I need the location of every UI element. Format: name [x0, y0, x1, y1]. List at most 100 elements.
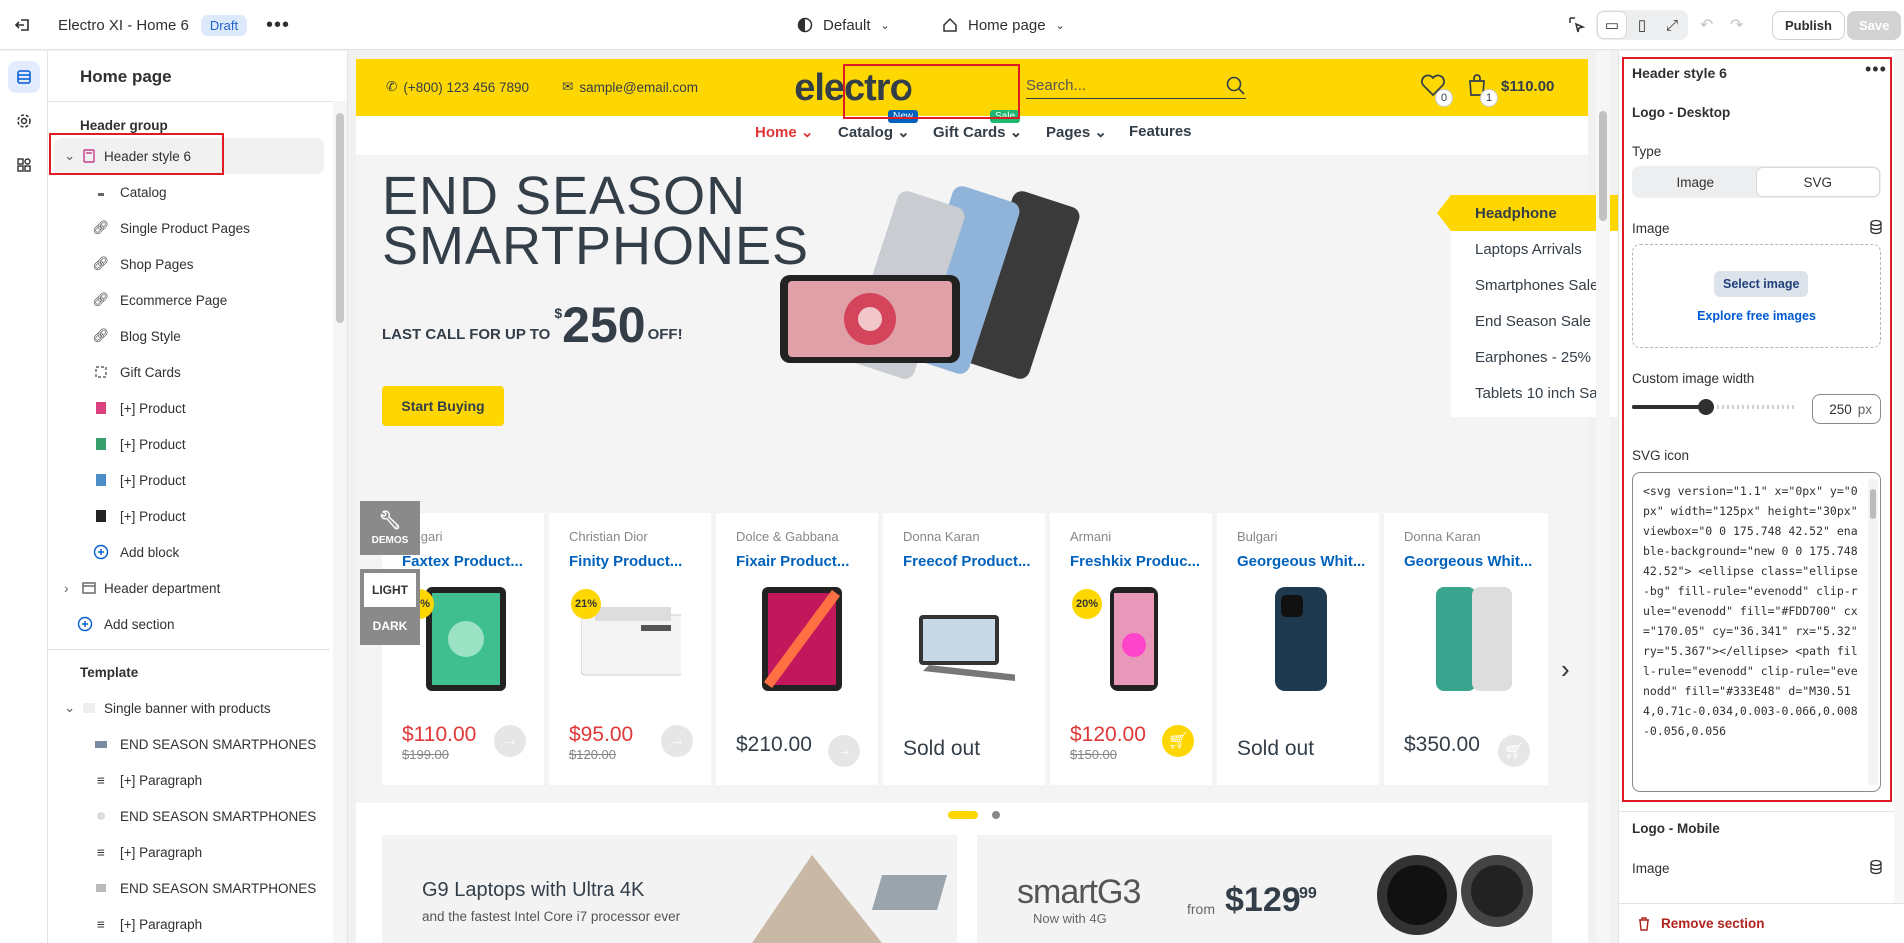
site-phone[interactable]: (+800) 123 456 7890: [403, 80, 529, 95]
tree-item-header-department[interactable]: › Header department: [48, 570, 330, 606]
promo-banner-laptops[interactable]: G9 Laptops with Ultra 4K and the fastest…: [382, 835, 957, 943]
tree-item-single-banner[interactable]: ⌄ Single banner with products: [48, 690, 330, 726]
menu-item-headphone[interactable]: Headphone: [1451, 195, 1618, 231]
undo-icon[interactable]: ↶: [1700, 0, 1713, 50]
product-name[interactable]: Finity Product...: [569, 553, 709, 570]
panel-scrollbar[interactable]: [333, 101, 347, 943]
tablet-image: [762, 587, 842, 691]
nav-pages[interactable]: Pages ⌄: [1046, 123, 1107, 141]
product-price: $210.00: [736, 733, 812, 756]
desktop-icon[interactable]: ▭: [1598, 12, 1626, 38]
tree-item-heading[interactable]: END SEASON SMARTPHONES: [48, 870, 330, 906]
product-name[interactable]: Freshkix Produc...: [1070, 553, 1210, 570]
smartphones-image: [780, 186, 1080, 379]
tree-item-paragraph[interactable]: ≡ [+] Paragraph: [48, 906, 330, 942]
product-price: Sold out: [1237, 737, 1315, 760]
product-name[interactable]: Freecof Product...: [903, 553, 1043, 570]
product-name[interactable]: Georgeous Whit...: [1404, 553, 1544, 570]
tree-item-ecommerce[interactable]: 🔗︎ Ecommerce Page: [48, 282, 330, 318]
nav-features[interactable]: Features: [1129, 123, 1192, 140]
tree-item-blog-style[interactable]: 🔗︎ Blog Style: [48, 318, 330, 354]
product-card[interactable]: Dolce & Gabbana Fixair Product... $210.00 →: [716, 513, 878, 785]
site-email[interactable]: sample@email.com: [579, 80, 698, 95]
search-input[interactable]: Search...: [1026, 77, 1086, 94]
arrow-right-icon[interactable]: →: [494, 725, 526, 757]
product-card[interactable]: Armani Freshkix Produc... 20% $120.00 $150.0…: [1050, 513, 1212, 785]
nav-catalog[interactable]: Catalog ⌄: [838, 123, 910, 141]
nav-home[interactable]: Home ⌄: [755, 123, 813, 141]
demos-button[interactable]: 🔧︎ DEMOS: [360, 501, 420, 555]
add-block-label: Add block: [120, 544, 180, 560]
menu-item[interactable]: Tablets 10 inch Sale: [1451, 375, 1618, 411]
apps-icon[interactable]: [8, 149, 40, 181]
image-label-mobile: Image: [1632, 861, 1670, 876]
settings-icon[interactable]: [8, 105, 40, 137]
tree-item-gift-cards[interactable]: Gift Cards: [48, 354, 330, 390]
tree-item-label: Header department: [104, 580, 221, 596]
save-button[interactable]: Save: [1847, 10, 1902, 40]
chevron-down-icon[interactable]: ⌄: [64, 700, 78, 716]
product-name[interactable]: Faxtex Product...: [402, 553, 542, 570]
fullscreen-icon[interactable]: ⤢: [1658, 12, 1686, 38]
inspector-icon[interactable]: [1568, 0, 1586, 50]
theme-selector[interactable]: Default ⌄: [797, 0, 890, 50]
tree-item-product[interactable]: [+] Product: [48, 426, 330, 462]
tree-item-heading[interactable]: END SEASON SMARTPHONES: [48, 798, 330, 834]
carousel-dot-active[interactable]: [948, 811, 978, 819]
site-search[interactable]: Search...: [1026, 73, 1246, 99]
add-section-button[interactable]: Add section: [48, 606, 330, 642]
mobile-icon[interactable]: ▯: [1628, 12, 1656, 38]
database-icon[interactable]: [1869, 859, 1883, 875]
tree-item-shop-pages[interactable]: 🔗︎ Shop Pages: [48, 246, 330, 282]
cart-total[interactable]: $110.00: [1501, 78, 1554, 95]
promo-banner-smartwatch[interactable]: smartG3 Now with 4G from $129 99: [977, 835, 1552, 943]
tree-item-product[interactable]: [+] Product: [48, 498, 330, 534]
promo-from: from: [1187, 901, 1215, 917]
tree-item-paragraph[interactable]: ≡ [+] Paragraph: [48, 834, 330, 870]
nav-gift-cards[interactable]: Gift Cards ⌄: [933, 123, 1022, 141]
start-buying-button[interactable]: Start Buying: [382, 386, 504, 426]
settings-scrollbar[interactable]: [1894, 51, 1904, 903]
dark-mode-button[interactable]: DARK: [364, 609, 416, 643]
page-selector[interactable]: Home page ⌄: [942, 0, 1065, 50]
carousel-dot[interactable]: [992, 811, 1000, 819]
more-icon[interactable]: •••: [266, 0, 290, 50]
tree-item-single-product[interactable]: 🔗︎ Single Product Pages: [48, 210, 330, 246]
sections-icon[interactable]: [8, 61, 40, 93]
publish-button[interactable]: Publish: [1772, 10, 1845, 40]
demos-label: DEMOS: [371, 535, 409, 546]
product-name[interactable]: Fixair Product...: [736, 553, 876, 570]
cart-add-icon[interactable]: 🛒︎: [1162, 725, 1194, 757]
product-card[interactable]: Donna Karan Freecof Product... Sold out: [883, 513, 1045, 785]
frame-icon: [92, 363, 110, 381]
redo-icon[interactable]: ↷: [1730, 0, 1743, 50]
tree-item-paragraph[interactable]: ≡ [+] Paragraph: [48, 762, 330, 798]
carousel-next-icon[interactable]: ›: [1561, 654, 1570, 685]
menu-item[interactable]: Smartphones Sale: [1451, 267, 1618, 303]
search-icon[interactable]: [1226, 76, 1246, 96]
tree-item-heading[interactable]: END SEASON SMARTPHONES: [48, 726, 330, 762]
chevron-right-icon[interactable]: ›: [64, 581, 78, 596]
arrow-right-icon[interactable]: →: [828, 735, 860, 767]
plus-circle-icon: [76, 615, 94, 633]
menu-item[interactable]: Laptops Arrivals: [1451, 231, 1618, 267]
arrow-right-icon[interactable]: →: [661, 725, 693, 757]
exit-icon[interactable]: [14, 0, 32, 50]
menu-item[interactable]: End Season Sale: [1451, 303, 1618, 339]
tree-item-catalog[interactable]: Catalog: [48, 174, 330, 210]
product-name[interactable]: Georgeous Whit...: [1237, 553, 1377, 570]
preview-scrollbar[interactable]: [1596, 51, 1610, 943]
add-block-button[interactable]: Add block: [48, 534, 330, 570]
remove-section-button[interactable]: Remove section: [1619, 903, 1904, 943]
light-mode-button[interactable]: LIGHT: [364, 573, 416, 607]
product-card[interactable]: Donna Karan Georgeous Whit... $350.00 🛒︎: [1384, 513, 1548, 785]
product-card[interactable]: Christian Dior Finity Product... 21% $95.00…: [549, 513, 711, 785]
tree-item-product[interactable]: [+] Product: [48, 462, 330, 498]
product-old-price: $120.00: [569, 747, 616, 762]
tree-item-product[interactable]: [+] Product: [48, 390, 330, 426]
carousel-prev-icon[interactable]: ‹: [386, 654, 395, 685]
menu-item[interactable]: Earphones - 25%: [1451, 339, 1618, 375]
cart-add-icon[interactable]: 🛒︎: [1498, 735, 1530, 767]
product-card[interactable]: Bulgari Georgeous Whit... Sold out: [1217, 513, 1379, 785]
phone-icon: ✆: [386, 79, 398, 94]
